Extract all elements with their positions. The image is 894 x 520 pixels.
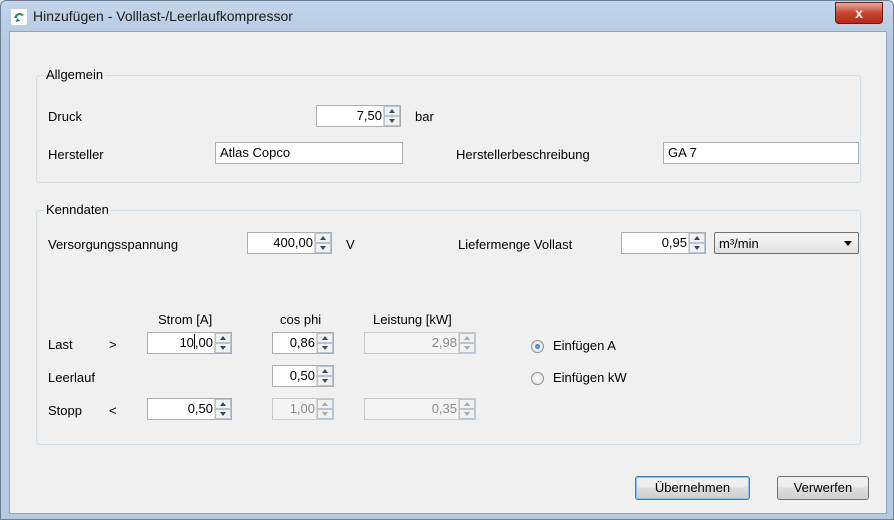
- row-last-label: Last: [48, 337, 73, 352]
- druck-unit: bar: [415, 109, 434, 124]
- row-stopp-operator: <: [109, 403, 117, 418]
- stopp-leistung-spinner: 0,35: [364, 398, 476, 420]
- last-cosphi-spinner[interactable]: 0,86: [272, 332, 334, 354]
- col-header-strom: Strom [A]: [158, 312, 213, 327]
- spin-down-icon: [459, 409, 475, 419]
- spin-up-icon: [459, 333, 475, 343]
- cancel-button[interactable]: Verwerfen: [777, 476, 869, 500]
- liefermenge-unit-select[interactable]: m³/min: [714, 232, 859, 254]
- liefermenge-value: 0,95: [661, 235, 687, 250]
- radio-einfuegen-kw-label[interactable]: Einfügen kW: [553, 370, 627, 385]
- spin-down-icon[interactable]: [689, 243, 705, 253]
- spannung-label: Versorgungsspannung: [48, 237, 179, 252]
- title-bar[interactable]: Hinzufügen - Volllast-/Leerlaufkompresso…: [1, 1, 893, 31]
- stopp-strom-value: 0,50: [187, 401, 213, 416]
- stopp-leistung-value: 0,35: [431, 401, 457, 416]
- spin-up-icon[interactable]: [315, 233, 331, 243]
- beschreibung-label: Herstellerbeschreibung: [456, 147, 590, 162]
- hersteller-label: Hersteller: [48, 147, 104, 162]
- radio-einfuegen-a[interactable]: [531, 340, 544, 353]
- last-leistung-value: 2,98: [431, 335, 457, 350]
- spin-up-icon[interactable]: [317, 333, 333, 343]
- app-icon: [11, 9, 27, 25]
- spannung-value: 400,00: [273, 235, 313, 250]
- dialog-client-area: Allgemein Druck 7,50 bar Hersteller Atla…: [9, 31, 887, 514]
- spin-up-icon: [459, 399, 475, 409]
- last-strom-spinner[interactable]: 10,00: [147, 332, 232, 354]
- spin-down-icon[interactable]: [215, 343, 231, 353]
- druck-spinner[interactable]: 7,50: [316, 105, 401, 127]
- druck-label: Druck: [48, 109, 82, 124]
- hersteller-input[interactable]: Atlas Copco: [215, 142, 403, 164]
- spin-up-icon[interactable]: [215, 333, 231, 343]
- spin-up-icon[interactable]: [689, 233, 705, 243]
- last-leistung-spinner: 2,98: [364, 332, 476, 354]
- spin-down-icon[interactable]: [317, 343, 333, 353]
- radio-einfuegen-kw[interactable]: [531, 372, 544, 385]
- radio-einfuegen-a-label[interactable]: Einfügen A: [553, 338, 616, 353]
- close-button[interactable]: x: [835, 2, 883, 24]
- spannung-unit: V: [346, 237, 355, 252]
- spin-up-icon[interactable]: [384, 106, 400, 116]
- stopp-strom-spinner[interactable]: 0,50: [147, 398, 232, 420]
- col-header-leistung: Leistung [kW]: [373, 312, 452, 327]
- spin-up-icon[interactable]: [215, 399, 231, 409]
- leerlauf-cosphi-value: 0,50: [289, 368, 315, 383]
- leerlauf-cosphi-spinner[interactable]: 0,50: [272, 365, 334, 387]
- spin-up-icon[interactable]: [317, 366, 333, 376]
- ok-button[interactable]: Übernehmen: [635, 476, 750, 500]
- stopp-cosphi-value: 1,00: [289, 401, 315, 416]
- row-last-operator: >: [109, 337, 117, 352]
- beschreibung-input[interactable]: GA 7: [663, 142, 859, 164]
- window-title: Hinzufügen - Volllast-/Leerlaufkompresso…: [33, 8, 293, 24]
- spin-up-icon: [317, 399, 333, 409]
- last-strom-value: 10,00: [179, 334, 213, 350]
- row-stopp-label: Stopp: [48, 403, 82, 418]
- liefermenge-spinner[interactable]: 0,95: [621, 232, 706, 254]
- dialog-window: Hinzufügen - Volllast-/Leerlaufkompresso…: [0, 0, 894, 520]
- row-leerlauf-label: Leerlauf: [48, 370, 95, 385]
- liefermenge-label: Liefermenge Vollast: [458, 237, 573, 252]
- spin-down-icon[interactable]: [315, 243, 331, 253]
- liefermenge-unit-value: m³/min: [719, 236, 759, 251]
- last-cosphi-value: 0,86: [289, 335, 315, 350]
- col-header-cosphi: cos phi: [280, 312, 322, 327]
- spin-down-icon[interactable]: [384, 116, 400, 126]
- druck-value: 7,50: [356, 108, 382, 123]
- stopp-cosphi-spinner: 1,00: [272, 398, 334, 420]
- group-kenndaten-legend: Kenndaten: [44, 202, 111, 217]
- group-allgemein-legend: Allgemein: [44, 67, 106, 82]
- spin-down-icon: [317, 409, 333, 419]
- spin-down-icon[interactable]: [215, 409, 231, 419]
- spin-down-icon: [459, 343, 475, 353]
- group-allgemein: [36, 75, 861, 183]
- spannung-spinner[interactable]: 400,00: [247, 232, 332, 254]
- chevron-down-icon: [844, 241, 852, 246]
- spin-down-icon[interactable]: [317, 376, 333, 386]
